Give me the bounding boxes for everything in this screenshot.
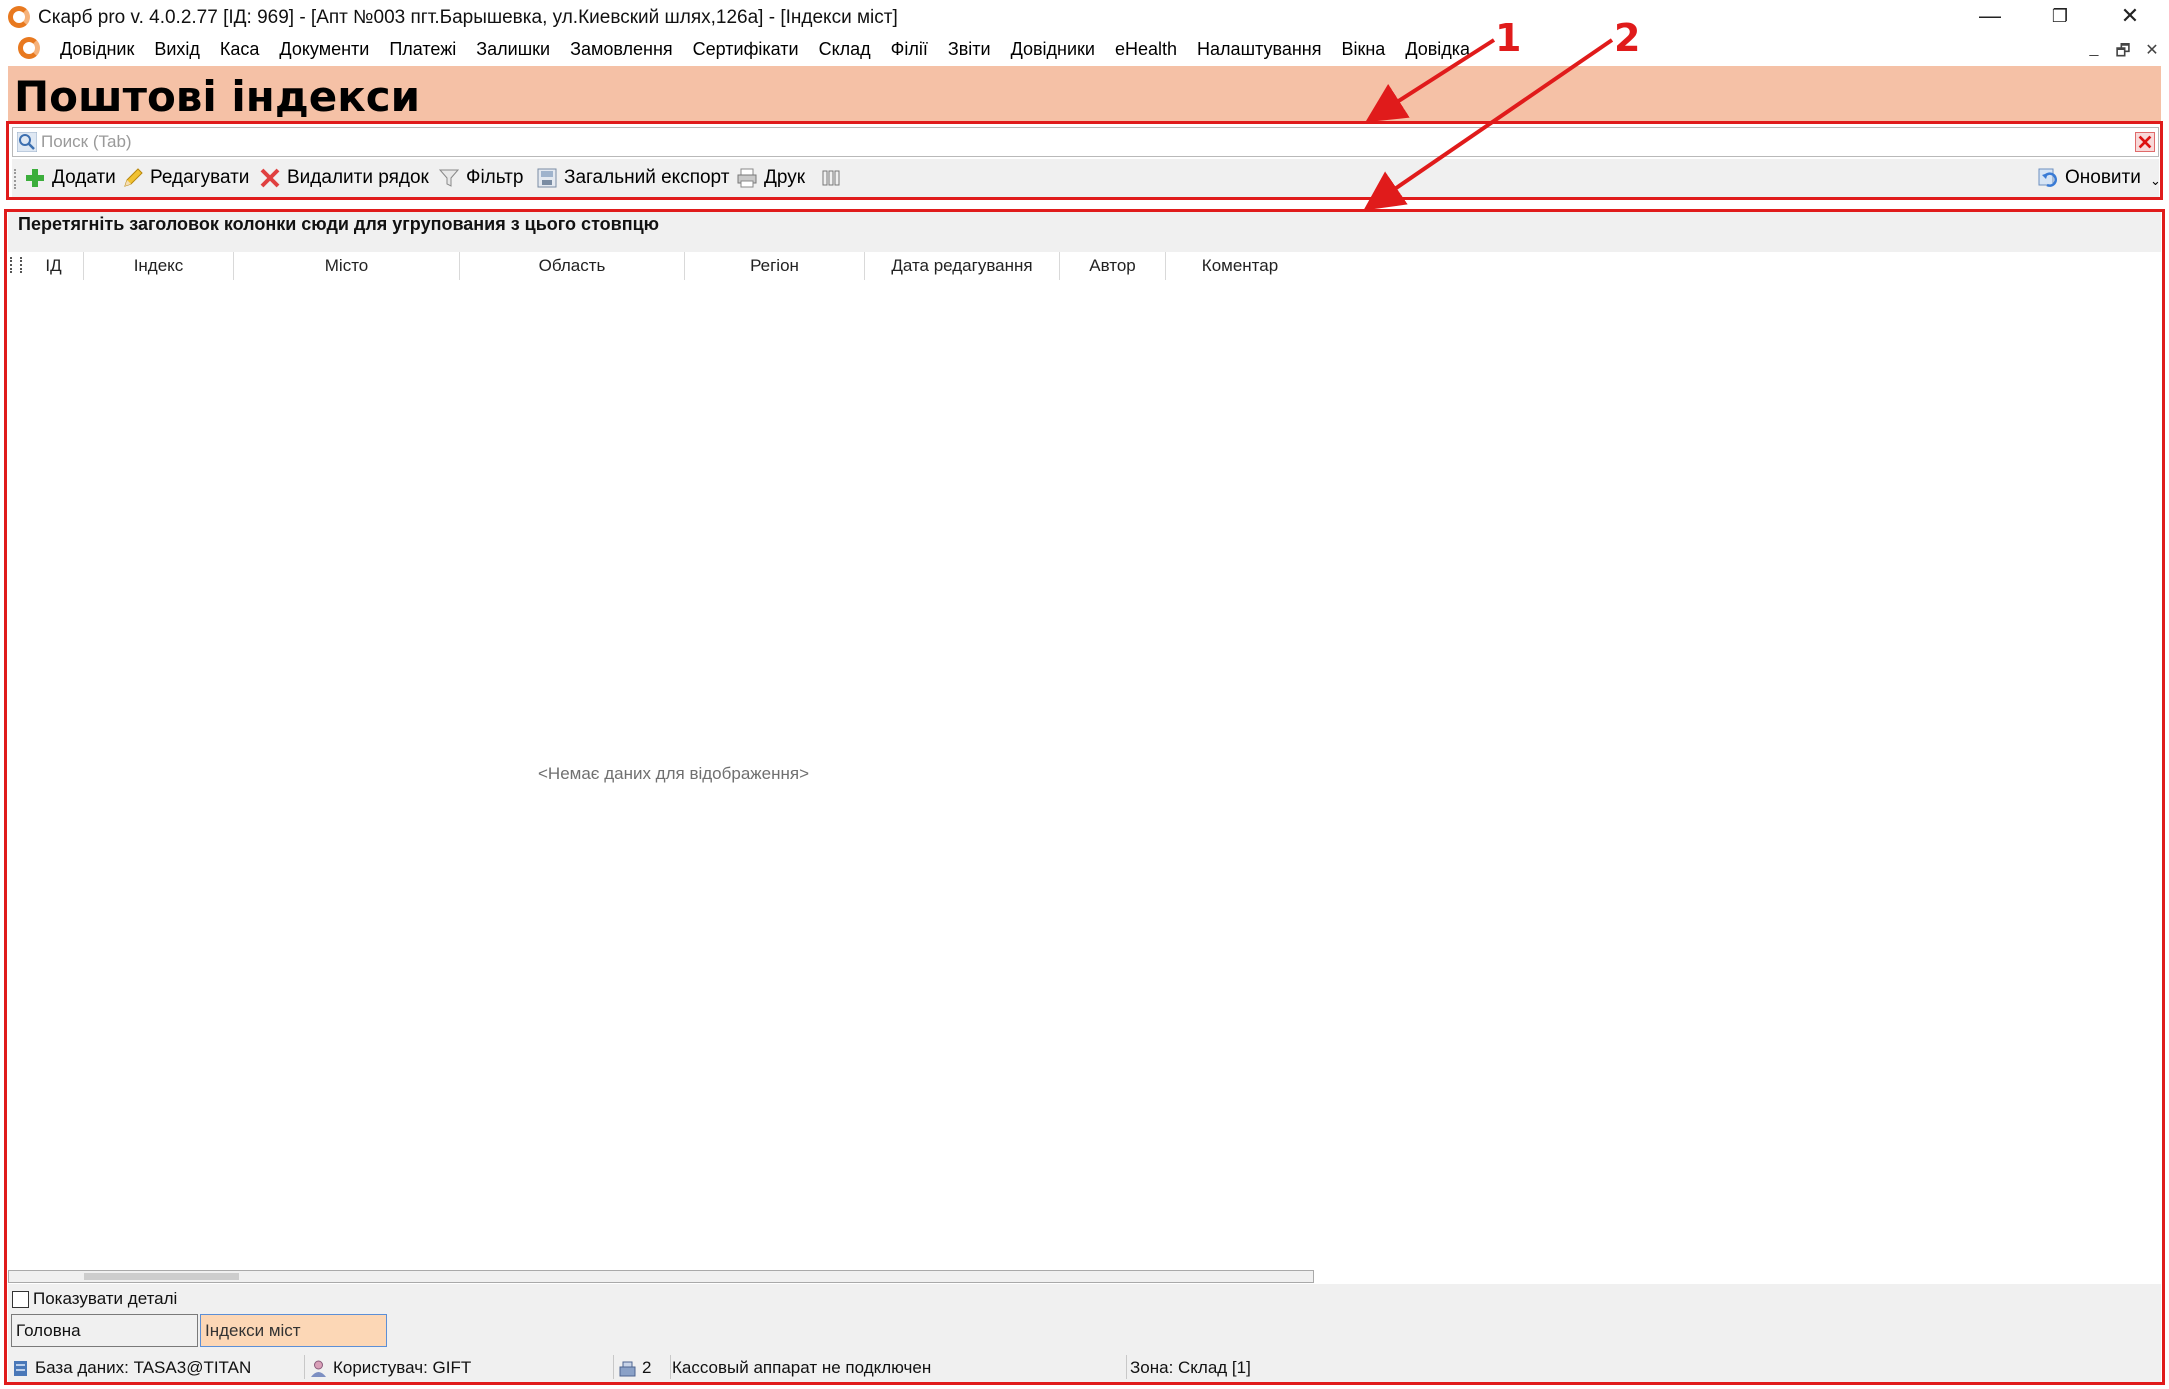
annotation-arrows [1363, 38, 1614, 211]
annotation-arrow-1 [1365, 38, 1496, 123]
annotation-arrow-2 [1363, 38, 1614, 211]
